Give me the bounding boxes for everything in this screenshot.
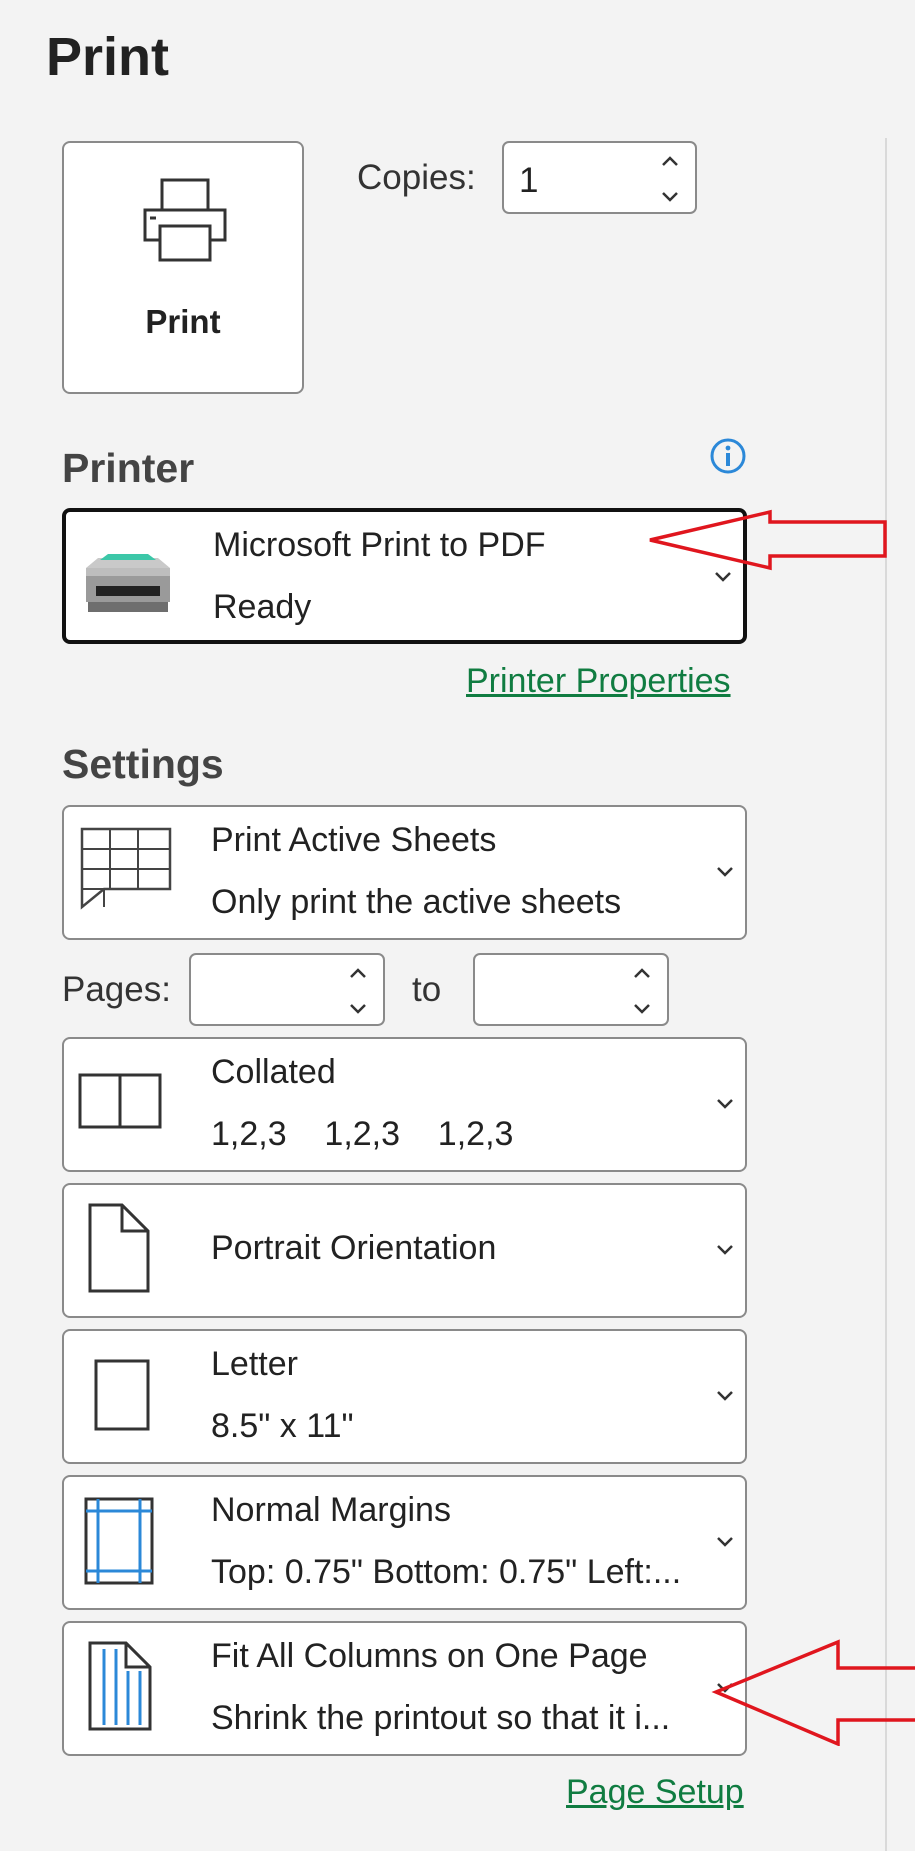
collation-title: Collated	[211, 1053, 336, 1091]
margins-subtitle: Top: 0.75" Bottom: 0.75" Left:...	[211, 1553, 682, 1591]
copies-stepper[interactable]: 1	[502, 141, 697, 214]
margins-title: Normal Margins	[211, 1491, 451, 1529]
pages-to-stepper[interactable]	[473, 953, 669, 1026]
page-setup-link[interactable]: Page Setup	[566, 1773, 744, 1812]
collation-dropdown[interactable]: Collated 1,2,3 1,2,3 1,2,3	[62, 1037, 747, 1172]
orientation-title: Portrait Orientation	[211, 1229, 497, 1267]
chevron-down-icon	[717, 1245, 733, 1255]
scaling-title: Fit All Columns on One Page	[211, 1637, 648, 1675]
info-icon[interactable]	[709, 437, 747, 475]
orientation-dropdown[interactable]: Portrait Orientation	[62, 1183, 747, 1318]
pages-from-stepper[interactable]	[189, 953, 385, 1026]
paper-size-subtitle: 8.5" x 11"	[211, 1407, 354, 1445]
paper-size-dropdown[interactable]: Letter 8.5" x 11"	[62, 1329, 747, 1464]
portrait-page-icon	[88, 1203, 150, 1293]
print-button[interactable]: Print	[62, 141, 304, 394]
sheet-grid-icon	[80, 827, 172, 910]
stepper-arrows-icon[interactable]	[347, 961, 369, 1021]
printer-name: Microsoft Print to PDF	[213, 526, 546, 564]
chevron-down-icon	[717, 1099, 733, 1109]
printer-heading: Printer	[62, 445, 195, 491]
print-what-dropdown[interactable]: Print Active Sheets Only print the activ…	[62, 805, 747, 940]
page-title: Print	[46, 27, 170, 87]
printer-properties-link[interactable]: Printer Properties	[466, 662, 731, 701]
stepper-arrows-icon[interactable]	[659, 149, 681, 209]
fit-columns-icon	[88, 1641, 152, 1731]
copies-value: 1	[519, 161, 539, 200]
print-button-label: Print	[145, 303, 221, 340]
paper-icon	[94, 1359, 150, 1431]
copies-label: Copies:	[357, 158, 476, 197]
margins-dropdown[interactable]: Normal Margins Top: 0.75" Bottom: 0.75" …	[62, 1475, 747, 1610]
printer-status: Ready	[213, 588, 312, 626]
annotation-arrow-printer	[649, 509, 887, 571]
settings-heading: Settings	[62, 741, 224, 787]
chevron-down-icon	[717, 867, 733, 877]
stepper-arrows-icon[interactable]	[631, 961, 653, 1021]
collation-subtitle: 1,2,3 1,2,3 1,2,3	[211, 1115, 514, 1153]
scaling-dropdown[interactable]: Fit All Columns on One Page Shrink the p…	[62, 1621, 747, 1756]
collated-pages-icon	[78, 1073, 162, 1129]
printer-icon	[143, 178, 227, 262]
print-what-subtitle: Only print the active sheets	[211, 883, 622, 921]
pages-label: Pages:	[62, 970, 171, 1009]
print-what-title: Print Active Sheets	[211, 821, 497, 859]
printer-device-icon	[86, 554, 170, 612]
paper-size-title: Letter	[211, 1345, 298, 1383]
chevron-down-icon	[717, 1391, 733, 1401]
margins-icon	[84, 1497, 154, 1585]
pages-to-label: to	[412, 970, 442, 1009]
pane-divider	[885, 138, 887, 1851]
chevron-down-icon	[717, 1537, 733, 1547]
annotation-arrow-scaling	[711, 1639, 915, 1746]
scaling-subtitle: Shrink the printout so that it i...	[211, 1699, 671, 1737]
